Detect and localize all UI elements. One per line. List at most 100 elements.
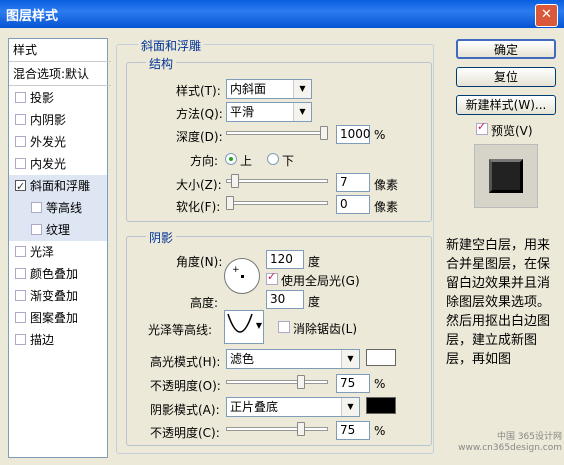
angle-input[interactable]: 120 <box>266 250 304 269</box>
style-item-label: 斜面和浮雕 <box>30 179 91 193</box>
style-item[interactable]: 等高线 <box>9 197 107 219</box>
antialias-checkbox[interactable] <box>278 321 290 333</box>
style-item-checkbox[interactable] <box>15 246 26 257</box>
direction-up-radio[interactable] <box>225 153 237 165</box>
altitude-input[interactable]: 30 <box>266 290 304 309</box>
soften-unit: 像素 <box>374 200 399 214</box>
chevron-down-icon: ▼ <box>341 350 359 368</box>
preview-swatch-icon <box>489 159 523 193</box>
highlight-opacity-label: 不透明度(O): <box>150 379 221 393</box>
shadow-opacity-thumb[interactable] <box>296 422 305 436</box>
depth-label: 深度(D): <box>176 130 223 144</box>
style-item[interactable]: 斜面和浮雕 <box>9 175 107 198</box>
size-slider-thumb[interactable] <box>230 174 239 188</box>
style-item-checkbox[interactable] <box>15 158 26 169</box>
style-item-checkbox[interactable] <box>15 268 26 279</box>
highlight-mode-label: 高光模式(H): <box>150 355 221 369</box>
new-style-button[interactable]: 新建样式(W)... <box>456 95 556 115</box>
style-item[interactable]: 渐变叠加 <box>9 285 107 307</box>
style-item-checkbox[interactable] <box>31 224 42 235</box>
style-item-checkbox[interactable] <box>15 334 26 345</box>
direction-up-label: 上 <box>240 154 253 168</box>
title-bar: 图层样式 ✕ <box>0 0 564 28</box>
style-item-label: 纹理 <box>46 223 71 237</box>
method-select[interactable]: 平滑 ▼ <box>226 102 312 122</box>
chevron-down-icon: ▼ <box>293 103 311 121</box>
size-input[interactable]: 7 <box>336 173 370 192</box>
style-item-checkbox[interactable] <box>15 290 26 301</box>
style-item-label: 描边 <box>30 333 55 347</box>
style-item-checkbox[interactable] <box>31 202 42 213</box>
depth-slider-track[interactable] <box>226 131 328 135</box>
highlight-opacity-input[interactable]: 75 <box>336 374 370 393</box>
soften-label: 软化(F): <box>176 200 221 214</box>
angle-dial[interactable]: + <box>224 258 260 294</box>
style-item-checkbox[interactable] <box>15 92 26 103</box>
global-light-checkbox[interactable] <box>266 270 278 285</box>
highlight-mode-select[interactable]: 滤色 ▼ <box>226 349 360 369</box>
soften-slider-thumb[interactable] <box>226 196 234 210</box>
reset-button[interactable]: 复位 <box>456 67 556 87</box>
soften-input[interactable]: 0 <box>336 195 370 214</box>
shadow-opacity-label: 不透明度(C): <box>150 426 220 440</box>
preview-checkbox[interactable] <box>476 120 488 135</box>
style-item[interactable]: 投影 <box>9 87 107 109</box>
direction-label: 方向: <box>190 154 219 168</box>
style-item-label: 颜色叠加 <box>30 267 79 281</box>
antialias-label: 消除锯齿(L) <box>293 322 358 336</box>
highlight-color-swatch[interactable] <box>366 349 396 366</box>
shadow-color-swatch[interactable] <box>366 397 396 414</box>
styles-list: 样式 混合选项:默认 投影内阴影外发光内发光斜面和浮雕等高线纹理光泽颜色叠加渐变… <box>8 38 111 458</box>
shadow-mode-label: 阴影模式(A): <box>150 403 220 417</box>
shading-title: 阴影 <box>146 229 177 246</box>
altitude-label: 高度: <box>190 296 219 310</box>
gloss-contour-picker[interactable]: ▼ <box>224 310 264 344</box>
blend-options-item[interactable]: 混合选项:默认 <box>9 63 111 86</box>
direction-down-radio[interactable] <box>267 153 279 165</box>
close-button[interactable]: ✕ <box>535 4 558 27</box>
styles-header[interactable]: 样式 <box>9 39 111 62</box>
highlight-opacity-unit: % <box>374 377 386 391</box>
style-item[interactable]: 外发光 <box>9 131 107 153</box>
highlight-mode-value: 滤色 <box>230 352 255 366</box>
blend-options-label: 混合选项:默认 <box>13 67 90 81</box>
ok-button[interactable]: 确定 <box>456 39 556 59</box>
bevel-section-title: 斜面和浮雕 <box>138 37 205 54</box>
style-item[interactable]: 内阴影 <box>9 109 107 131</box>
style-item[interactable]: 光泽 <box>9 241 107 263</box>
style-item-checkbox[interactable] <box>15 114 26 125</box>
depth-input[interactable]: 1000 <box>336 125 371 144</box>
style-item[interactable]: 纹理 <box>9 219 107 241</box>
style-item[interactable]: 颜色叠加 <box>9 263 107 285</box>
chevron-down-icon: ▼ <box>341 398 359 416</box>
style-select[interactable]: 内斜面 ▼ <box>226 79 312 99</box>
soften-slider-track[interactable] <box>226 201 328 205</box>
shadow-opacity-input[interactable]: 75 <box>336 421 370 440</box>
style-item[interactable]: 图案叠加 <box>9 307 107 329</box>
gloss-contour-label: 光泽等高线: <box>148 323 213 337</box>
shadow-mode-select[interactable]: 正片叠底 ▼ <box>226 397 360 417</box>
style-item-checkbox[interactable] <box>15 136 26 147</box>
method-select-value: 平滑 <box>230 105 255 119</box>
shadow-opacity-track[interactable] <box>226 427 328 431</box>
tutorial-note: 新建空白层，用来合并星图层，在保留白边效果并且消除图层效果选项。然后用抠出白边图… <box>446 238 551 367</box>
structure-title: 结构 <box>146 55 177 72</box>
style-item-checkbox[interactable] <box>15 176 26 198</box>
highlight-opacity-track[interactable] <box>226 380 328 384</box>
style-item-label: 图案叠加 <box>30 311 79 325</box>
style-item[interactable]: 描边 <box>9 329 107 351</box>
preview-label: 预览(V) <box>491 124 533 138</box>
contour-preview-icon <box>227 313 253 333</box>
style-select-value: 内斜面 <box>230 82 267 96</box>
style-item[interactable]: 内发光 <box>9 153 107 175</box>
style-item-label: 内阴影 <box>30 113 67 127</box>
styles-header-label: 样式 <box>13 43 38 57</box>
angle-unit: 度 <box>308 255 321 269</box>
size-label: 大小(Z): <box>176 178 222 192</box>
size-unit: 像素 <box>374 178 399 192</box>
size-slider-track[interactable] <box>226 179 328 183</box>
style-item-label: 外发光 <box>30 135 67 149</box>
highlight-opacity-thumb[interactable] <box>296 375 305 389</box>
style-item-checkbox[interactable] <box>15 312 26 323</box>
depth-slider-thumb[interactable] <box>320 126 328 140</box>
